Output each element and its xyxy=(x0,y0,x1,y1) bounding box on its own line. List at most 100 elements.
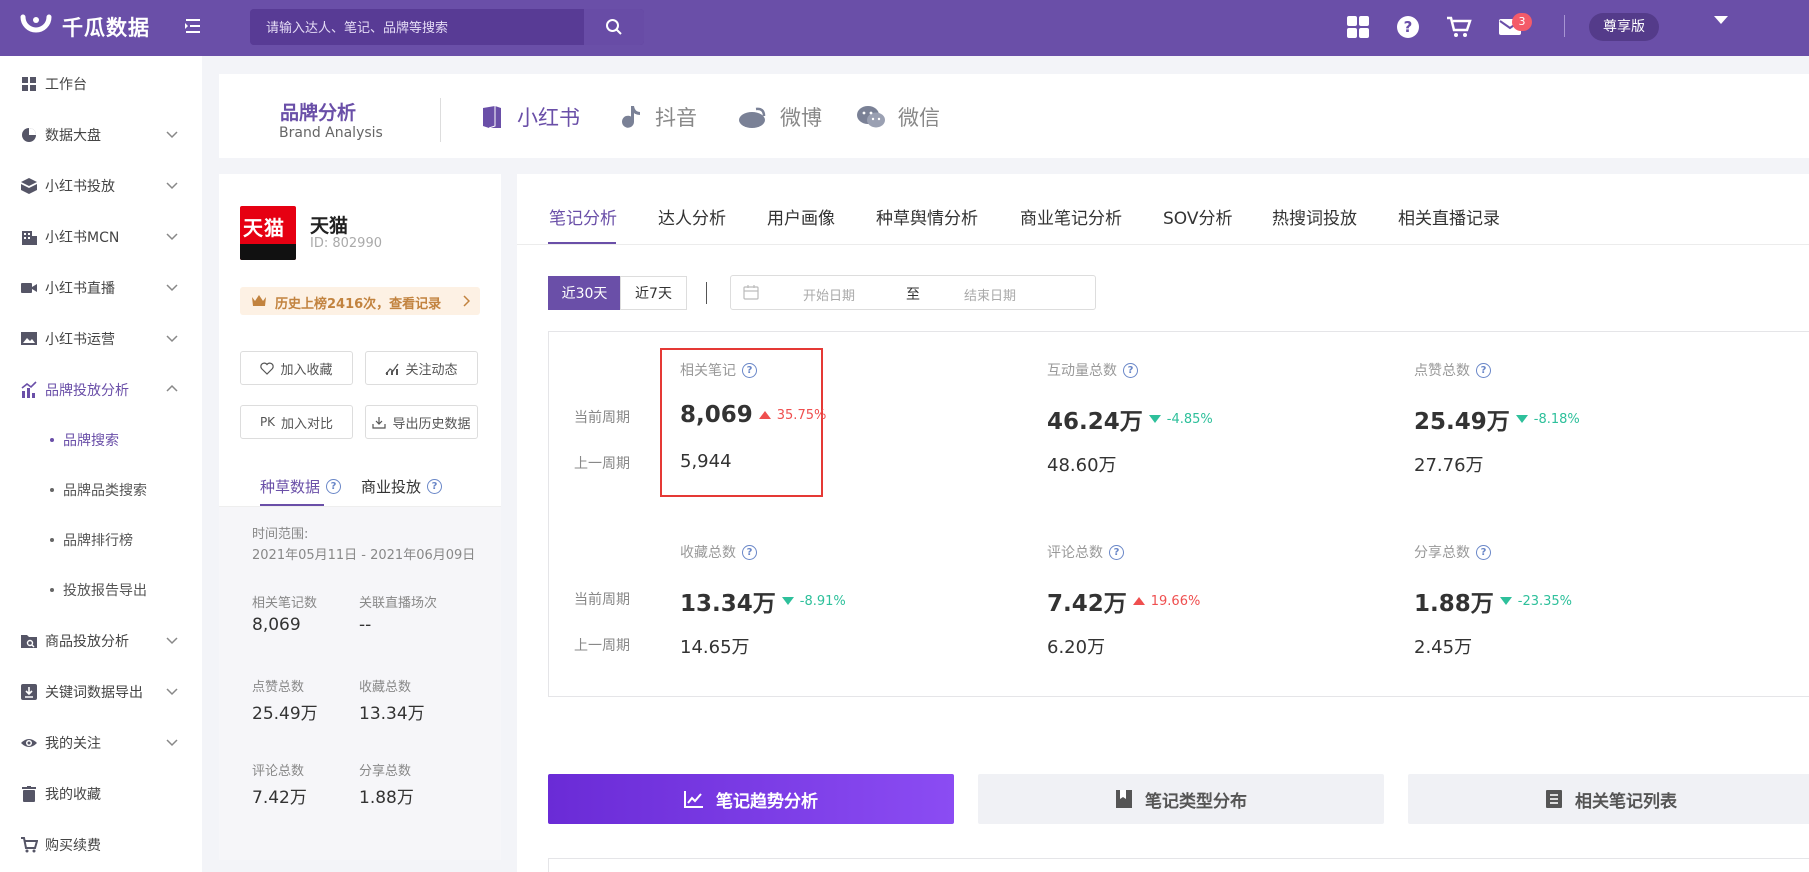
note-trend-analysis-button[interactable]: 笔记趋势分析 xyxy=(548,774,954,824)
metrics-panel: 当前周期 上一周期 当前周期 上一周期 相关笔记 ? 8,069 35.75% … xyxy=(548,331,1809,697)
sidebar-item-label: 小红书直播 xyxy=(45,281,115,297)
stat-value: 1.88万 xyxy=(359,788,414,808)
trend-icon xyxy=(385,363,400,375)
platform-tab-douyin[interactable]: 抖音 xyxy=(619,100,697,134)
tab-user-profile[interactable]: 用户画像 xyxy=(767,204,835,229)
add-compare-button[interactable]: PK 加入对比 xyxy=(240,405,353,439)
metric-value: 46.24万 xyxy=(1047,409,1143,435)
heart-icon xyxy=(260,362,275,375)
stat-label: 点赞总数 xyxy=(252,680,305,695)
sidebar-item-brand-analysis[interactable]: 品牌投放分析 xyxy=(0,365,202,415)
sidebar-item-product-analysis[interactable]: 商品投放分析 xyxy=(0,616,202,666)
metric-interactions-current: 46.24万 -4.85% xyxy=(1047,402,1213,436)
sidebar-item-my-favorites[interactable]: 我的收藏 xyxy=(0,769,202,819)
metric-title: 收藏总数 xyxy=(680,545,736,561)
help-icon[interactable]: ? xyxy=(1476,362,1491,378)
previous-period-label: 上一周期 xyxy=(574,638,630,654)
sidebar-item-label: 小红书投放 xyxy=(45,179,115,195)
metric-related-notes-current: 8,069 35.75% xyxy=(680,402,826,428)
note-type-distribution-button[interactable]: 笔记类型分布 xyxy=(978,774,1384,824)
platform-label: 微博 xyxy=(780,106,822,130)
sidebar-subitem-report-export[interactable]: 投放报告导出 xyxy=(50,566,200,614)
chart-panel-top-edge xyxy=(548,858,1809,872)
sidebar-item-label: 购买续费 xyxy=(45,838,101,854)
stat-label: 收藏总数 xyxy=(359,680,412,695)
bullet xyxy=(50,438,54,442)
help-icon[interactable]: ? xyxy=(1123,362,1138,378)
tab-label: 商业投放 xyxy=(361,478,422,496)
date-range-picker[interactable]: 开始日期 至 结束日期 xyxy=(730,275,1096,310)
sidebar-item-xhs-ops[interactable]: 小红书运营 xyxy=(0,314,202,364)
period-30-days-button[interactable]: 近30天 xyxy=(548,276,621,310)
help-icon[interactable]: ? xyxy=(1476,544,1491,560)
sidebar-subitem-brand-ranking[interactable]: 品牌排行榜 xyxy=(50,516,200,564)
platform-tab-wechat[interactable]: 微信 xyxy=(856,100,940,134)
platform-tab-weibo[interactable]: 微博 xyxy=(738,100,822,134)
follow-updates-button[interactable]: 关注动态 xyxy=(365,351,478,385)
help-icon[interactable]: ? xyxy=(427,479,443,494)
period-7-days-button[interactable]: 近7天 xyxy=(620,276,687,310)
help-button[interactable]: ? xyxy=(1395,14,1421,40)
tab-sov-analysis[interactable]: SOV分析 xyxy=(1163,204,1233,229)
metric-title: 相关笔记 xyxy=(680,363,736,379)
chevron-right-icon xyxy=(463,295,470,307)
chevron-down-icon[interactable] xyxy=(1714,16,1728,24)
eye-icon xyxy=(21,739,37,747)
tab-hot-search-ads[interactable]: 热搜词投放 xyxy=(1272,204,1357,229)
line-chart-icon xyxy=(684,791,703,808)
cart-button[interactable] xyxy=(1446,14,1472,40)
tab-seeding-data[interactable]: 种草数据 ? xyxy=(260,476,342,497)
current-period-label: 当前周期 xyxy=(574,592,630,608)
help-icon[interactable]: ? xyxy=(742,544,757,560)
search-input[interactable] xyxy=(250,9,584,45)
sidebar-item-xhs-mcn[interactable]: 小红书MCN xyxy=(0,212,202,262)
help-icon[interactable]: ? xyxy=(326,479,342,494)
related-notes-list-button[interactable]: 相关笔记列表 xyxy=(1408,774,1809,824)
chevron-down-icon xyxy=(166,335,178,343)
menu-collapse-icon[interactable] xyxy=(182,15,204,37)
bookmark-icon xyxy=(1116,790,1132,808)
sidebar-item-xhs-ads[interactable]: 小红书投放 xyxy=(0,161,202,211)
sidebar-item-xhs-live[interactable]: 小红书直播 xyxy=(0,263,202,313)
search-button[interactable] xyxy=(584,9,644,45)
chevron-down-icon xyxy=(166,233,178,241)
sidebar-item-label: 关键词数据导出 xyxy=(45,685,143,701)
crown-icon xyxy=(252,295,266,306)
sidebar-subitem-brand-search[interactable]: 品牌搜索 xyxy=(50,416,200,464)
sidebar-subitem-brand-category-search[interactable]: 品牌品类搜索 xyxy=(50,466,200,514)
sidebar-item-keyword-export[interactable]: 关键词数据导出 xyxy=(0,667,202,717)
sidebar-item-purchase[interactable]: 购买续费 xyxy=(0,820,202,870)
pk-icon: PK xyxy=(259,415,276,429)
history-record-link[interactable]: 历史上榜2416次，查看记录 xyxy=(240,287,480,315)
apps-button[interactable] xyxy=(1345,14,1371,40)
help-icon[interactable]: ? xyxy=(1109,544,1124,560)
tab-commercial-notes[interactable]: 商业笔记分析 xyxy=(1020,204,1122,229)
metric-change: -23.35% xyxy=(1517,593,1573,609)
sidebar-item-my-follows[interactable]: 我的关注 xyxy=(0,718,202,768)
help-icon[interactable]: ? xyxy=(742,362,757,378)
sidebar-item-workbench[interactable]: 工作台 xyxy=(0,59,202,109)
tab-influencer-analysis[interactable]: 达人分析 xyxy=(658,204,726,229)
top-bar: 千瓜数据 ? 3 尊享版 xyxy=(0,0,1809,56)
brand-header: 品牌分析 Brand Analysis 小红书 抖音 微博 微信 xyxy=(219,74,1809,158)
start-date-input[interactable]: 开始日期 xyxy=(803,285,855,304)
trend-down-icon xyxy=(1148,415,1161,423)
end-date-input[interactable]: 结束日期 xyxy=(964,285,1016,304)
brand-name: 天猫 xyxy=(310,215,349,237)
logo-icon xyxy=(20,14,52,33)
brand-info-card: 天猫 天猫 ID: 802990 历史上榜2416次，查看记录 加入收藏 关注动… xyxy=(219,174,501,860)
tab-commercial-ads[interactable]: 商业投放 ? xyxy=(361,476,443,497)
button-label: 导出历史数据 xyxy=(392,416,471,432)
plan-button[interactable]: 尊享版 xyxy=(1589,13,1659,41)
platform-tab-xiaohongshu[interactable]: 小红书 xyxy=(479,100,580,134)
current-period-label: 当前周期 xyxy=(574,410,630,426)
button-label: 笔记趋势分析 xyxy=(716,791,818,812)
tab-live-records[interactable]: 相关直播记录 xyxy=(1398,204,1500,229)
logo[interactable]: 千瓜数据 xyxy=(20,12,150,42)
sidebar-item-label: 商品投放分析 xyxy=(45,634,129,650)
add-favorite-button[interactable]: 加入收藏 xyxy=(240,351,353,385)
tab-note-analysis[interactable]: 笔记分析 xyxy=(549,204,617,229)
sidebar-item-data-overview[interactable]: 数据大盘 xyxy=(0,110,202,160)
tab-sentiment-analysis[interactable]: 种草舆情分析 xyxy=(876,204,978,229)
export-history-button[interactable]: 导出历史数据 xyxy=(365,405,478,439)
